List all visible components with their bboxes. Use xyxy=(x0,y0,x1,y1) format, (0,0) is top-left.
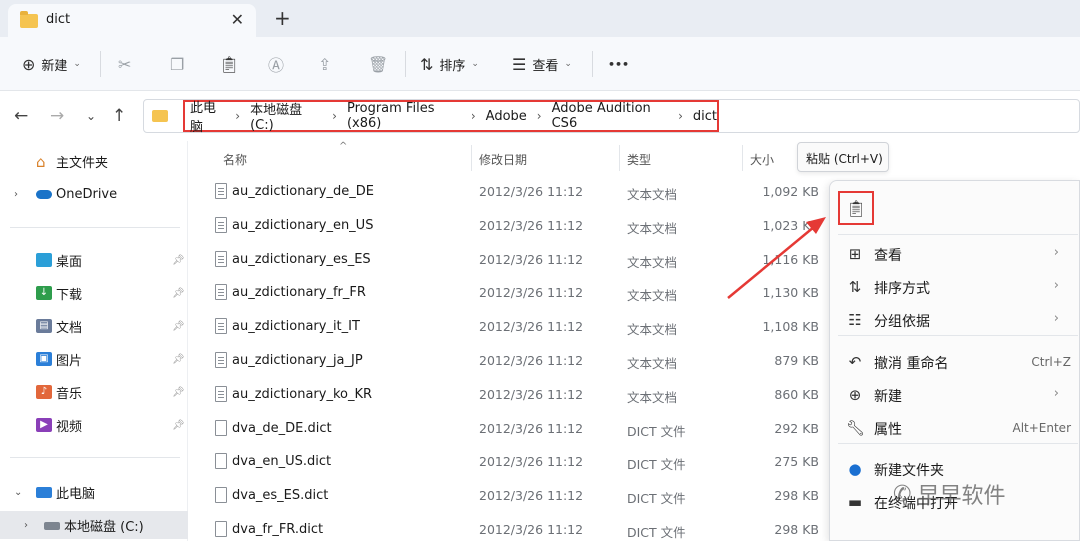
watermark: ✆ 早早软件 xyxy=(893,478,1005,510)
wechat-logo-icon: ✆ xyxy=(893,481,912,507)
watermark-text: 早早软件 xyxy=(917,484,1006,509)
annotation-arrow xyxy=(727,217,826,299)
